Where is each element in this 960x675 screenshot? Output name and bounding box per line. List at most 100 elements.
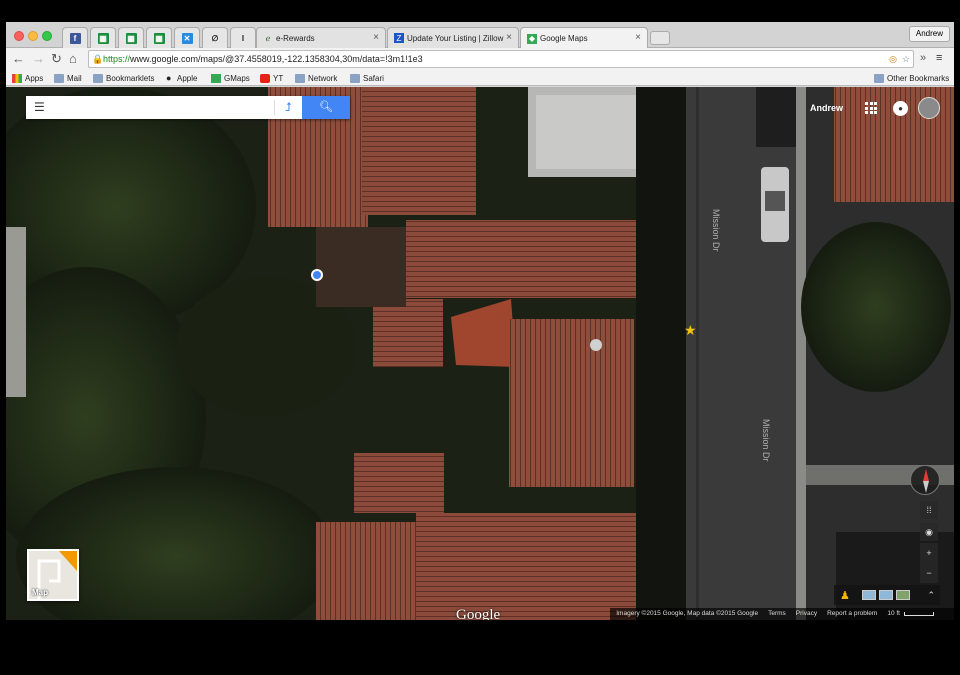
folder-icon xyxy=(295,73,305,83)
imagery-thumb[interactable] xyxy=(861,590,876,600)
lock-icon: 🔒 xyxy=(92,54,104,64)
link-icon: ∅ xyxy=(211,33,219,43)
home-icon[interactable]: ⌂ xyxy=(69,51,77,66)
search-button[interactable]: 🔍︎ xyxy=(302,96,350,119)
folder-icon xyxy=(874,73,884,83)
close-icon[interactable]: × xyxy=(506,32,512,43)
facebook-icon: f xyxy=(69,32,81,44)
maps-icon: ◆ xyxy=(527,33,537,44)
bookmark-bookmarklets[interactable]: Bookmarklets xyxy=(93,72,154,84)
attribution: Imagery ©2015 Google, Map data ©2015 Goo… xyxy=(616,610,759,617)
bookmarks-bar: Apps Mail Bookmarklets ● Apple GMaps YT N… xyxy=(6,70,954,86)
profile-button[interactable]: Andrew xyxy=(908,26,950,42)
zoom-control: + − xyxy=(920,543,938,583)
tab-google-maps[interactable]: ◆ Google Maps × xyxy=(520,27,648,49)
minimap-label: Map xyxy=(32,588,48,597)
maps-icon xyxy=(211,73,221,83)
apple-icon: ● xyxy=(166,72,172,83)
minimize-window-button[interactable] xyxy=(28,31,38,41)
my-location-button[interactable]: ◉ xyxy=(920,523,938,541)
e-icon: ℯ xyxy=(265,33,271,43)
tab-e-rewards[interactable]: ℯ e-Rewards × xyxy=(256,27,386,48)
aerial-imagery: ★ xyxy=(6,87,954,620)
close-window-button[interactable] xyxy=(14,31,24,41)
tab-strip: f ▦ ▦ ▦ ✕ ∅ I ℯ e-Rewards × Z Update You… xyxy=(6,22,954,49)
menu-icon[interactable]: ≡ xyxy=(936,52,942,65)
compass-icon xyxy=(923,469,929,493)
report-problem-link[interactable]: Report a problem xyxy=(827,608,877,620)
search-input[interactable] xyxy=(52,99,272,115)
bookmark-network[interactable]: Network xyxy=(295,72,337,84)
reload-icon[interactable]: ↻ xyxy=(51,51,62,66)
more-extensions-icon[interactable]: » xyxy=(920,52,926,65)
pinned-tab-sheets-1[interactable]: ▦ xyxy=(90,27,116,48)
toolbar: ← → ↻ ⌂ 🔒 https://www.google.com/maps/@3… xyxy=(6,48,954,70)
browser-window: f ▦ ▦ ▦ ✕ ∅ I ℯ e-Rewards × Z Update You… xyxy=(6,22,954,620)
terms-link[interactable]: Terms xyxy=(768,608,786,620)
map-footer: Imagery ©2015 Google, Map data ©2015 Goo… xyxy=(610,608,954,620)
pinned-tab-text[interactable]: I xyxy=(230,27,256,48)
folder-icon xyxy=(93,73,103,83)
imagery-thumb[interactable] xyxy=(895,590,910,600)
bookmark-apps[interactable]: Apps xyxy=(12,72,43,84)
street-label: Mission Dr xyxy=(761,419,771,462)
zillow-icon: Z xyxy=(394,33,404,43)
star-icon[interactable]: ☆ xyxy=(902,51,910,67)
forward-icon[interactable]: → xyxy=(32,51,45,66)
back-icon[interactable]: ← xyxy=(12,51,25,66)
tool-icon: ✕ xyxy=(181,32,193,44)
sheets-icon: ▦ xyxy=(97,32,109,44)
pinned-tab-facebook[interactable]: f xyxy=(62,27,88,48)
apps-grid-icon[interactable] xyxy=(865,102,877,114)
tab-zillow[interactable]: Z Update Your Listing | Zillow × xyxy=(387,27,519,48)
pegman-icon[interactable]: ♟ xyxy=(840,589,850,602)
compass-control[interactable] xyxy=(910,465,940,495)
bookmark-gmaps[interactable]: GMaps xyxy=(211,72,250,84)
directions-icon[interactable]: ⮥ xyxy=(278,98,298,116)
satellite-map[interactable]: ★ Mission Dr Mission Dr ☰ ⮥ 🔍︎ Andrew ● … xyxy=(6,87,954,620)
avatar[interactable] xyxy=(918,97,940,119)
street-label: Mission Dr xyxy=(711,209,721,252)
bookmark-other[interactable]: Other Bookmarks xyxy=(874,72,949,84)
bookmark-apple[interactable]: ● Apple xyxy=(166,72,197,84)
account-name[interactable]: Andrew xyxy=(810,103,843,113)
close-icon[interactable]: × xyxy=(373,32,379,43)
bookmark-yt[interactable]: YT xyxy=(260,72,283,84)
expand-icon[interactable]: ⌃ xyxy=(927,590,935,601)
privacy-link[interactable]: Privacy xyxy=(796,608,817,620)
imagery-thumb[interactable] xyxy=(878,590,893,600)
hamburger-menu-icon[interactable]: ☰ xyxy=(34,101,45,113)
tab-label: e-Rewards xyxy=(276,33,315,43)
apps-grid-icon xyxy=(12,73,22,83)
notifications-icon[interactable]: ● xyxy=(893,100,908,116)
map-view-toggle[interactable]: Map xyxy=(27,549,79,601)
zoom-out-button[interactable]: − xyxy=(920,563,938,583)
tab-label: Google Maps xyxy=(540,34,588,43)
svg-text:★: ★ xyxy=(684,323,697,339)
url-scheme: https:// xyxy=(103,54,131,64)
imagery-strip: ♟ ⌃ xyxy=(834,585,940,605)
account-bar: Andrew ● xyxy=(810,96,940,120)
extension-icon[interactable]: ◎ xyxy=(889,51,897,67)
pinned-tab-sheets-2[interactable]: ▦ xyxy=(118,27,144,48)
new-tab-button[interactable] xyxy=(650,31,670,45)
close-icon[interactable]: × xyxy=(635,32,641,43)
sheets-icon: ▦ xyxy=(153,32,165,44)
pinned-tab-link[interactable]: ∅ xyxy=(202,27,228,48)
address-bar[interactable]: 🔒 https://www.google.com/maps/@37.455801… xyxy=(88,50,914,68)
scale-bar[interactable]: 10 ft xyxy=(887,608,934,620)
zoom-in-button[interactable]: + xyxy=(920,543,938,563)
bookmark-safari[interactable]: Safari xyxy=(350,72,384,84)
youtube-icon xyxy=(260,73,270,83)
pinned-tab-tool[interactable]: ✕ xyxy=(174,27,200,48)
folder-icon xyxy=(350,73,360,83)
pinned-tab-sheets-3[interactable]: ▦ xyxy=(146,27,172,48)
google-logo: Google xyxy=(456,607,501,620)
tilt-button[interactable]: ⁞⁞ xyxy=(920,501,938,519)
search-icon: 🔍︎ xyxy=(319,101,333,113)
zoom-window-button[interactable] xyxy=(42,31,52,41)
folder-icon xyxy=(54,73,64,83)
location-icon: ◉ xyxy=(925,527,933,537)
tilt-icon: ⁞⁞ xyxy=(926,505,932,515)
bookmark-mail[interactable]: Mail xyxy=(54,72,82,84)
